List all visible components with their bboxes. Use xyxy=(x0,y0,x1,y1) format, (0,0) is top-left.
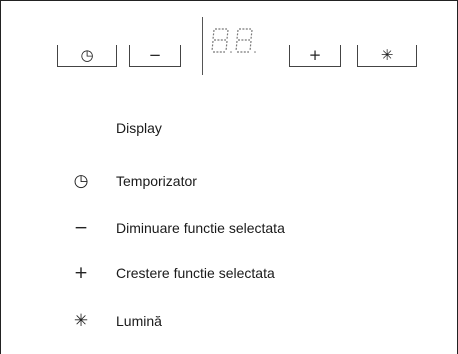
timer-button[interactable]: ◷ xyxy=(57,45,117,67)
timer-icon: ◷ xyxy=(73,171,89,191)
timer-icon: ◷ xyxy=(80,46,94,64)
legend-label: Diminuare functie selectata xyxy=(116,220,285,236)
minus-button[interactable]: − xyxy=(129,45,181,67)
legend-label: Display xyxy=(116,120,162,136)
minus-icon: − xyxy=(73,218,89,238)
light-button[interactable]: ✳ xyxy=(357,45,417,67)
minus-icon: − xyxy=(148,46,162,64)
plus-icon: + xyxy=(73,263,89,283)
light-icon: ✳ xyxy=(73,311,89,331)
legend-label: Temporizator xyxy=(116,173,197,189)
page: ◷ − + ✳ Display ◷ Temporizator − Diminua… xyxy=(0,0,458,354)
panel-divider xyxy=(202,17,203,75)
plus-icon: + xyxy=(308,46,322,64)
seven-segment-display-icon xyxy=(211,28,256,53)
plus-button[interactable]: + xyxy=(289,45,341,67)
legend-label: Lumină xyxy=(116,313,162,329)
legend-label: Crestere functie selectata xyxy=(116,265,275,281)
light-icon: ✳ xyxy=(380,46,394,64)
